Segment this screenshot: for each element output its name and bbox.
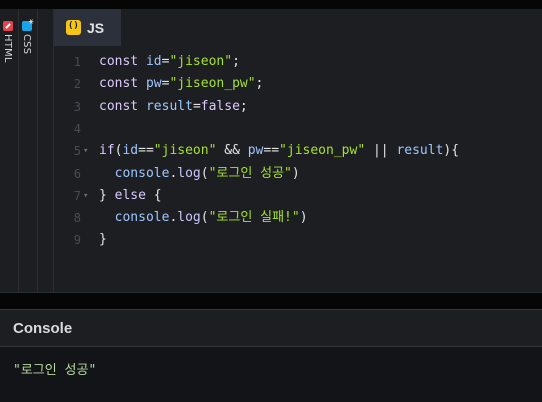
console-header: Console [0,309,542,347]
code-token: ; [255,76,264,92]
code-token: == [138,143,154,159]
tab-js-label: JS [87,19,105,36]
code-token: else [114,187,146,203]
code-token: "jiseon_pw" [169,76,256,92]
editor-header: JS [54,9,542,46]
code-token: "jiseon" [153,143,217,159]
code-line[interactable]: 4 [54,118,542,140]
code-line[interactable]: 3 const result=false; [54,96,542,118]
code-token: "로그인 실패!" [208,210,300,226]
code-token: == [263,143,280,159]
line-number: 1 [73,55,81,69]
code-token: ) [291,165,300,181]
code-line[interactable]: 7 ▾} else { [54,185,542,207]
console-title: Console [13,319,73,337]
code-token: false [200,98,240,114]
code-token: { [145,187,162,203]
tab-js[interactable]: JS [54,9,121,46]
code-line[interactable]: 1 const id="jiseon"; [54,51,542,73]
top-bar-strip [0,0,542,9]
code-token: } [99,232,107,248]
line-number: 5 [73,144,81,159]
tab-html-label: HTML [2,34,13,63]
tab-css[interactable]: CSS [19,9,38,292]
code-token: ( [200,165,209,181]
line-number: 3 [73,99,81,114]
code-token: "jiseon_pw" [279,143,366,159]
pane-resize-handle[interactable] [0,292,542,309]
code-token: const [99,54,146,69]
code-token: pw [247,143,264,159]
code-token: ( [200,210,209,226]
code-editor[interactable]: 1 const id="jiseon"; 2 const pw="jiseon_pw"… [54,46,542,292]
code-token: log [177,165,201,181]
code-token: || [365,143,397,159]
code-token: const [99,76,146,92]
css-icon [21,19,35,31]
code-text: console.log("로그인 실패!") [99,207,308,229]
line-number: 9 [73,233,81,248]
line-number: 4 [73,121,81,136]
code-token: "로그인 성공" [208,165,292,181]
console-log-line: "로그인 성공" [13,363,97,378]
fold-chevron-icon[interactable]: ▾ [83,185,88,207]
editor-gutter-spacer [38,9,54,292]
code-token: } [99,187,115,203]
code-token: ){ [443,143,460,159]
code-token: ; [232,54,240,69]
code-token: = [192,98,201,114]
code-text: const id="jiseon"; [99,51,240,73]
code-token: const [99,98,146,114]
code-token: id [145,54,162,69]
code-text: } [99,229,107,251]
line-number: 2 [73,77,81,92]
code-token: console [114,210,170,226]
code-text: if(id=="jiseon" && pw=="jiseon_pw" || re… [99,140,459,162]
code-token: && [216,143,248,159]
code-line[interactable]: 2 const pw="jiseon_pw"; [54,73,542,95]
code-token: log [177,210,201,226]
code-token: "jiseon" [169,54,233,69]
code-line[interactable]: 5 ▾ if(id=="jiseon" && pw=="jiseon_pw" || … [54,140,542,162]
codepen-editor-window: HTML CSS JS 1const id="jiseon";2const pw… [0,0,542,402]
code-token: result [145,98,193,114]
tab-css-label: CSS [21,34,32,55]
code-token: result [396,143,444,159]
code-token: id [122,143,139,159]
code-text: console.log("로그인 성공") [99,163,300,185]
line-number: 8 [73,211,81,226]
code-token: console [114,165,170,181]
code-token: pw [145,76,162,92]
console-output-panel: "로그인 성공" [0,347,542,402]
line-number: 7 [73,188,81,203]
code-token: ; [239,98,248,114]
code-line[interactable]: 6 console.log("로그인 성공") [54,163,542,185]
tab-html[interactable]: HTML [0,9,19,292]
code-line[interactable]: 9} [54,229,542,251]
code-token: if [99,143,115,159]
code-text: const result=false; [99,96,248,118]
line-number: 6 [73,166,81,181]
code-line[interactable]: 8 console.log("로그인 실패!") [54,207,542,229]
fold-chevron-icon[interactable]: ▾ [83,140,88,162]
html-icon [2,21,13,31]
code-text: const pw="jiseon_pw"; [99,73,263,95]
js-icon [66,20,81,35]
code-token: ) [299,210,308,226]
code-text: } else { [99,185,162,207]
